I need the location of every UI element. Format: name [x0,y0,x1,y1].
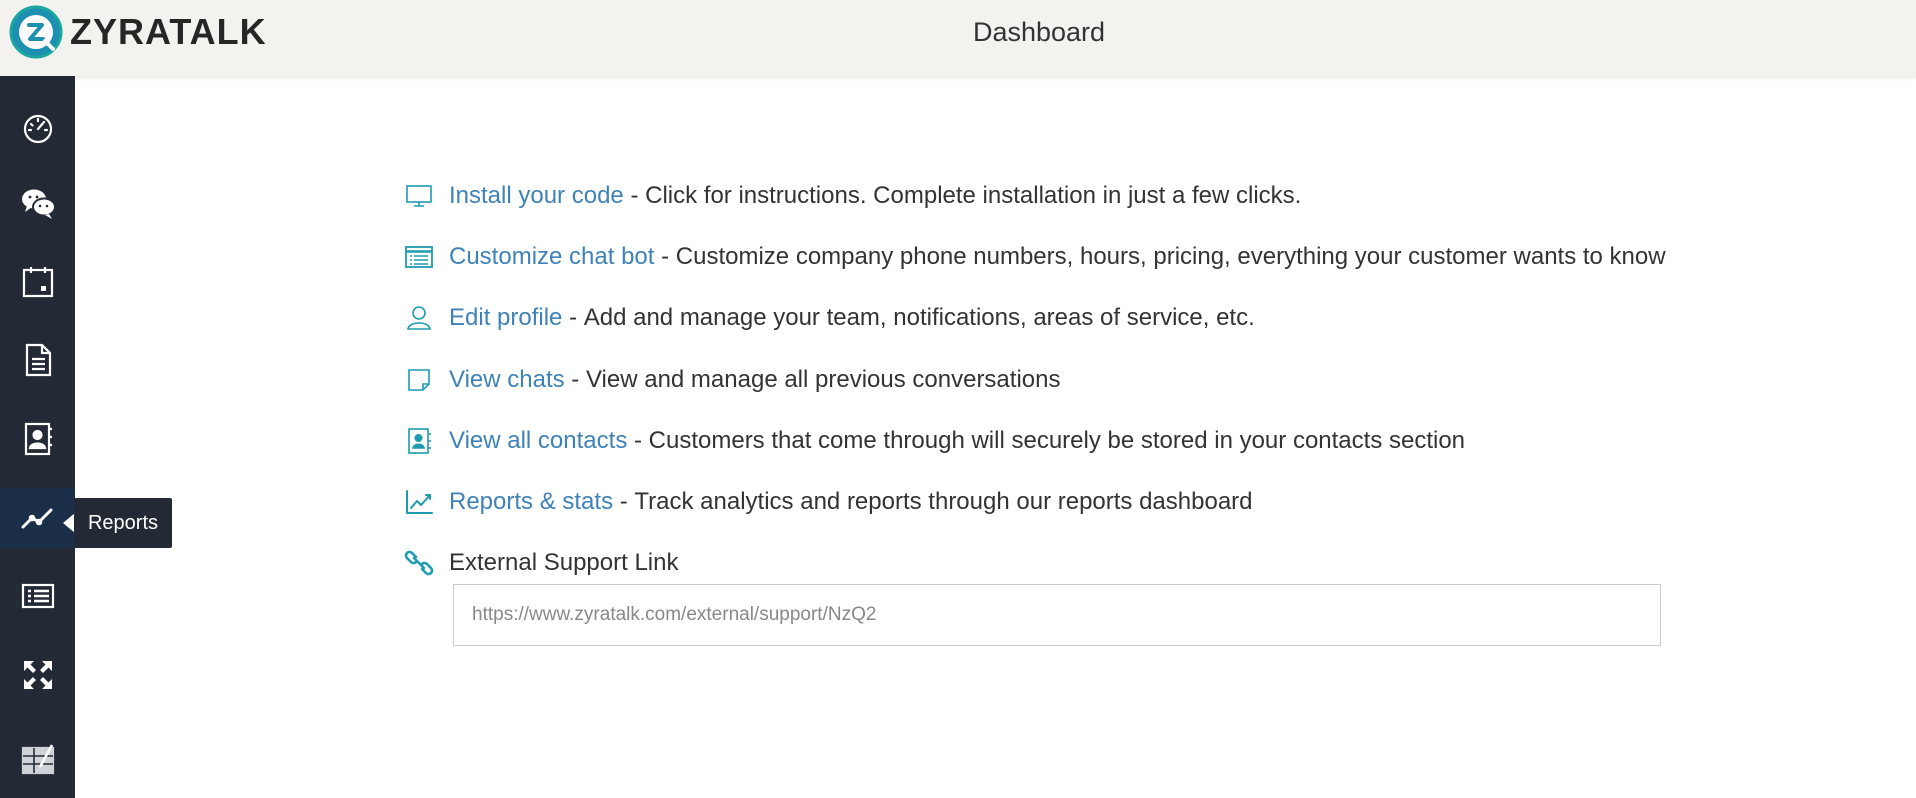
sidebar-item-edit[interactable] [0,730,75,790]
separator: - [633,426,642,454]
tooltip-reports: Reports [74,498,172,548]
separator: - [661,242,670,270]
sidebar-item-contacts[interactable] [0,409,75,469]
reports-stats-description: Track analytics and reports through our … [634,488,1253,516]
main-content: Install your code - Click for instructio… [400,165,1700,594]
reports-stats-link[interactable]: Reports & stats [449,488,613,516]
sidebar-item-dashboard[interactable] [0,98,75,158]
separator: - [571,365,580,393]
view-contacts-link[interactable]: View all contacts [449,427,627,455]
list-item-edit-profile: Edit profile - Add and manage your team,… [400,288,1700,349]
list-card-icon [21,583,54,609]
external-support-label: External Support Link [449,549,679,577]
view-contacts-description: Customers that come through will securel… [648,426,1466,454]
edit-profile-link[interactable]: Edit profile [449,304,562,332]
list-item-reports: Reports & stats - Track analytics and re… [400,471,1700,532]
sidebar-item-calendar[interactable] [0,252,75,312]
install-code-description: Click for instructions. Complete install… [645,181,1302,209]
chat-bubbles-icon [21,189,56,219]
separator: - [619,488,628,516]
speedometer-icon [23,114,52,144]
list-card-icon [404,242,434,272]
note-icon [404,365,434,395]
external-support-url-input[interactable] [454,585,1660,645]
list-item-customize: Customize chat bot - Customize company p… [400,226,1700,287]
edit-profile-description: Add and manage your team, notifications,… [583,304,1255,332]
page-title: Dashboard [972,17,1106,47]
sidebar-item-list[interactable] [0,566,75,626]
monitor-icon [404,181,434,211]
list-item-view-chats: View chats - View and manage all previou… [400,349,1700,410]
contacts-book-icon [404,426,434,456]
line-chart-icon [404,487,434,517]
separator: - [630,181,639,209]
sidebar-item-expand[interactable] [0,645,75,705]
sidebar-item-documents[interactable] [0,330,75,390]
install-code-link[interactable]: Install your code [449,182,624,210]
user-icon [404,303,434,333]
list-item-install: Install your code - Click for instructio… [400,165,1700,226]
external-support-url-field[interactable] [453,584,1661,646]
line-chart-icon [21,508,52,529]
sidebar [0,76,75,798]
link-icon [404,548,434,578]
customize-chat-bot-description: Customize company phone numbers, hours, … [675,242,1666,270]
view-chats-link[interactable]: View chats [449,366,565,394]
expand-arrows-icon [23,661,52,689]
contacts-book-icon [24,422,52,456]
list-item-view-contacts: View all contacts - Customers that come … [400,410,1700,471]
document-icon [25,343,51,377]
view-chats-description: View and manage all previous conversatio… [585,365,1061,393]
top-header: ZYRATALK Dashboard [0,0,1916,76]
customize-chat-bot-link[interactable]: Customize chat bot [449,243,654,271]
calendar-icon [22,267,53,298]
separator: - [569,304,578,332]
pen-table-icon [21,744,54,775]
sidebar-item-chats[interactable] [0,173,75,233]
